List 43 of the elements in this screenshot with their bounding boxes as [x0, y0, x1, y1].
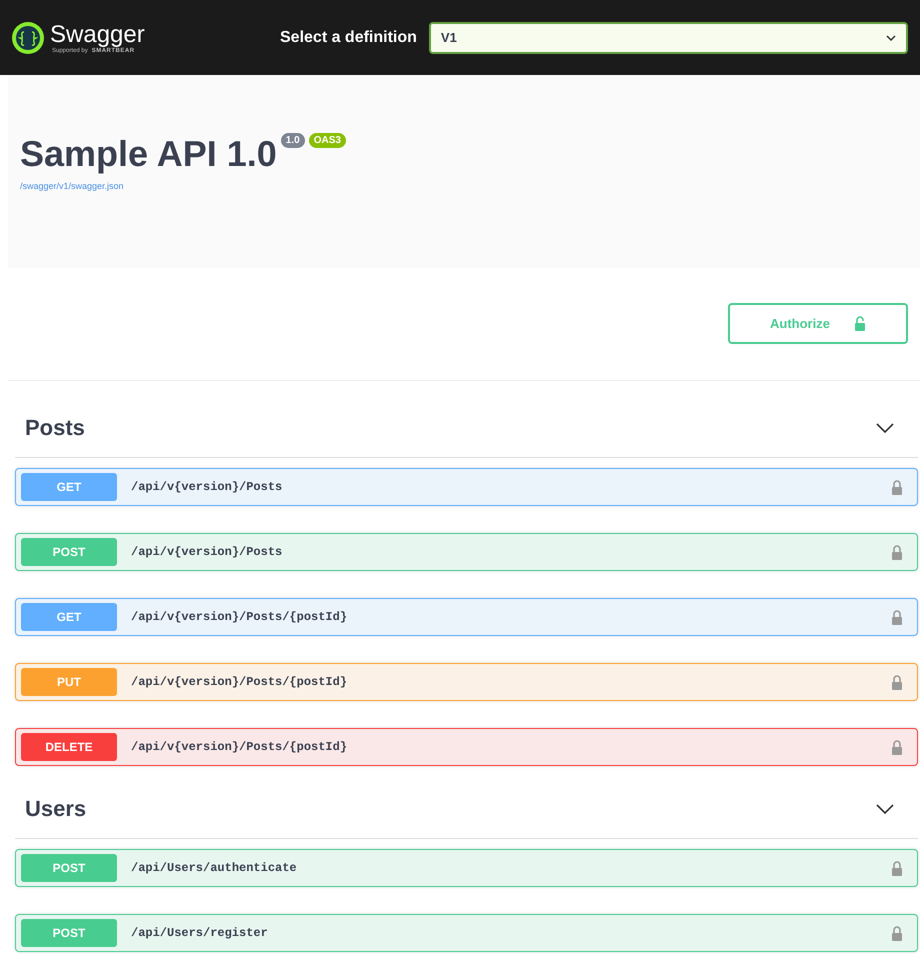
method-label: POST [21, 538, 117, 566]
endpoint-path: /api/v{version}/Posts/{postId} [131, 675, 348, 689]
operation-row[interactable]: POST /api/v{version}/Posts [15, 533, 918, 571]
dropdown-caret-icon[interactable] [886, 34, 896, 40]
lock-icon [891, 926, 903, 940]
endpoint-path: /api/Users/authenticate [131, 861, 298, 875]
section-header[interactable]: Users [15, 780, 918, 839]
section-title: Posts [25, 415, 85, 441]
lock-icon [891, 674, 903, 690]
definition-select[interactable]: V1 [428, 22, 908, 54]
select-label: Select a definition [280, 28, 417, 46]
operation-row[interactable]: DELETE /api/v{version}/Posts/{postId} [15, 728, 918, 766]
lock-icon [891, 610, 903, 624]
method-label: GET [21, 603, 117, 631]
method-label: POST [21, 854, 117, 882]
chevron-icon[interactable] [876, 804, 894, 814]
api-title: Sample API 1.0 [20, 133, 277, 175]
method-label: GET [21, 473, 117, 501]
logo-icon [12, 22, 44, 54]
operation-row[interactable]: PUT /api/v{version}/Posts/{postId} [15, 663, 918, 701]
endpoint-path: /api/v{version}/Posts [131, 545, 284, 559]
endpoint-path: /api/Users/register [131, 926, 269, 940]
lock-icon [891, 740, 903, 754]
operation-row[interactable]: POST /api/Users/authenticate [15, 849, 918, 887]
endpoint-path: /api/v{version}/Posts/{postId} [131, 740, 348, 754]
brand-name: Swagger [50, 22, 145, 48]
lock-icon [891, 480, 903, 494]
method-label: DELETE [21, 733, 117, 761]
version-badge: 1.0 [280, 133, 305, 148]
section-title: Users [25, 796, 86, 822]
method-label: PUT [21, 668, 117, 696]
endpoint-path: /api/v{version}/Posts/{postId} [131, 610, 348, 624]
operation-row[interactable]: GET /api/v{version}/Posts/{postId} [15, 598, 918, 636]
operation-row[interactable]: POST /api/Users/register [15, 914, 918, 952]
lock-icon [891, 860, 903, 876]
endpoint-path: /api/v{version}/Posts [131, 480, 284, 494]
chevron-icon[interactable] [876, 423, 894, 433]
lock-icon [854, 316, 866, 331]
method-label: POST [21, 919, 117, 947]
section-header[interactable]: Posts [15, 399, 918, 458]
oas-badge: OAS3 [308, 133, 346, 148]
operation-row[interactable]: GET /api/v{version}/Posts [15, 468, 918, 506]
lock-icon [891, 544, 903, 560]
